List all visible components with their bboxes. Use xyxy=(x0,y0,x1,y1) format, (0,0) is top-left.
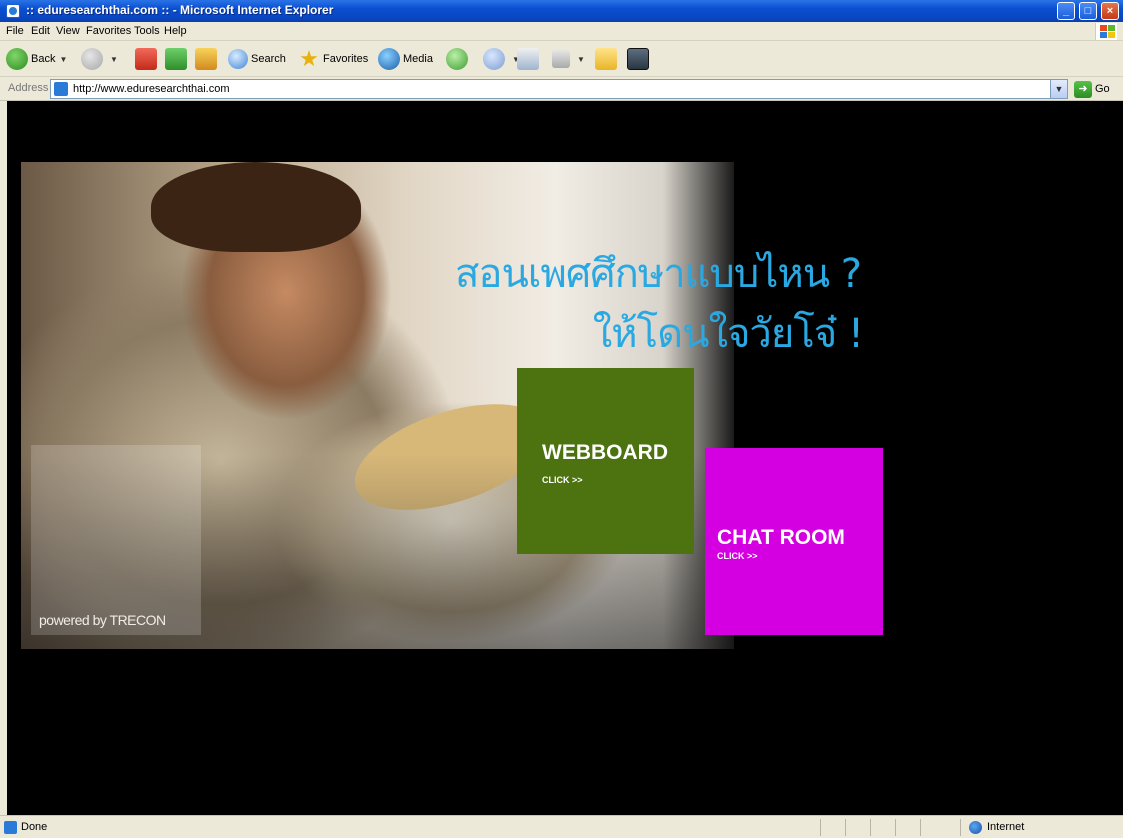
refresh-button[interactable] xyxy=(165,46,190,72)
headline-line-2: ให้โดนใจวัยโจ๋ ! xyxy=(592,311,864,357)
go-arrow-icon: ➜ xyxy=(1074,80,1092,98)
internet-zone-icon xyxy=(969,821,982,834)
research-icon xyxy=(627,48,649,70)
media-label: Media xyxy=(403,53,433,65)
go-button[interactable]: ➜ Go xyxy=(1074,80,1110,98)
maximize-button[interactable]: □ xyxy=(1079,2,1097,20)
address-bar: Address http://www.eduresearchthai.com ▼… xyxy=(0,77,1123,101)
page-content: powered by TRECON สอนเพศศึกษาแบบไหน ? ให… xyxy=(7,101,1123,815)
webboard-title: WEBBOARD xyxy=(542,441,668,464)
edit-button[interactable]: ▼ xyxy=(552,46,585,72)
browser-window: :: eduresearchthai.com :: - Microsoft In… xyxy=(0,0,1123,838)
title-bar: :: eduresearchthai.com :: - Microsoft In… xyxy=(0,0,1123,22)
stop-button[interactable] xyxy=(135,46,160,72)
menu-help[interactable]: Help xyxy=(164,25,187,37)
go-label: Go xyxy=(1095,83,1110,95)
menu-view[interactable]: View xyxy=(56,25,80,37)
menu-bar: File Edit View Favorites Tools Help xyxy=(0,22,1123,41)
window-title: :: eduresearchthai.com :: - Microsoft In… xyxy=(26,3,334,17)
refresh-icon xyxy=(165,48,187,70)
menu-file[interactable]: File xyxy=(6,25,24,37)
history-button[interactable] xyxy=(446,46,471,72)
webboard-button[interactable]: WEBBOARD CLICK >> xyxy=(517,368,694,554)
home-icon xyxy=(195,48,217,70)
media-icon xyxy=(378,48,400,70)
address-input[interactable]: http://www.eduresearchthai.com ▼ xyxy=(50,79,1068,99)
page-icon xyxy=(54,82,68,96)
address-url: http://www.eduresearchthai.com xyxy=(73,83,230,95)
mail-icon xyxy=(483,48,505,70)
powered-by-text: powered by TRECON xyxy=(39,612,166,628)
minimize-button[interactable]: _ xyxy=(1057,2,1075,20)
back-arrow-icon xyxy=(6,48,28,70)
home-button[interactable] xyxy=(195,46,220,72)
media-button[interactable]: Media xyxy=(378,46,433,72)
chatroom-click-link[interactable]: CLICK >> xyxy=(717,551,758,561)
status-bar: Done Internet xyxy=(0,815,1123,838)
menu-edit[interactable]: Edit xyxy=(31,25,50,37)
forward-arrow-icon xyxy=(81,48,103,70)
back-button[interactable]: Back ▼ xyxy=(6,46,67,72)
stop-icon xyxy=(135,48,157,70)
back-dropdown-icon[interactable]: ▼ xyxy=(59,55,67,64)
chatroom-button[interactable]: CHAT ROOM CLICK >> xyxy=(705,448,883,635)
chatroom-title: CHAT ROOM xyxy=(717,526,845,549)
history-icon xyxy=(446,48,468,70)
ie-logo-icon xyxy=(6,4,20,18)
search-label: Search xyxy=(251,53,286,65)
edit-dropdown-icon[interactable]: ▼ xyxy=(577,55,585,64)
print-icon xyxy=(517,48,539,70)
star-icon: ★ xyxy=(299,46,319,71)
discuss-button[interactable] xyxy=(595,46,620,72)
back-label: Back xyxy=(31,53,56,65)
headline-line-1: สอนเพศศึกษาแบบไหน ? xyxy=(455,251,862,297)
menu-favorites[interactable]: Favorites xyxy=(86,25,131,37)
zone-text: Internet xyxy=(987,821,1025,833)
address-dropdown-icon[interactable]: ▼ xyxy=(1050,80,1067,98)
menu-tools[interactable]: Tools xyxy=(134,25,160,37)
search-button[interactable]: Search xyxy=(228,46,286,72)
favorites-button[interactable]: ★ Favorites xyxy=(298,46,368,72)
favorites-label: Favorites xyxy=(323,53,369,65)
page-done-icon xyxy=(4,821,17,834)
messenger-button[interactable] xyxy=(627,46,652,72)
edit-icon xyxy=(552,50,570,68)
standard-toolbar: Back ▼ ▼ Search ★ Favorites Media ▼ ▼ xyxy=(0,41,1123,77)
address-label: Address xyxy=(8,82,49,94)
close-button[interactable]: × xyxy=(1101,2,1119,20)
headline: สอนเพศศึกษาแบบไหน ? ให้โดนใจวัยโจ๋ ! xyxy=(455,241,895,365)
forward-dropdown-icon[interactable]: ▼ xyxy=(110,55,118,64)
windows-logo-icon xyxy=(1095,23,1117,40)
folder-icon xyxy=(595,48,617,70)
status-text: Done xyxy=(21,821,48,833)
search-icon xyxy=(228,49,248,69)
mail-button[interactable]: ▼ xyxy=(483,46,520,72)
forward-button[interactable]: ▼ xyxy=(81,46,118,72)
print-button[interactable] xyxy=(517,46,542,72)
webboard-click-link[interactable]: CLICK >> xyxy=(542,475,583,485)
